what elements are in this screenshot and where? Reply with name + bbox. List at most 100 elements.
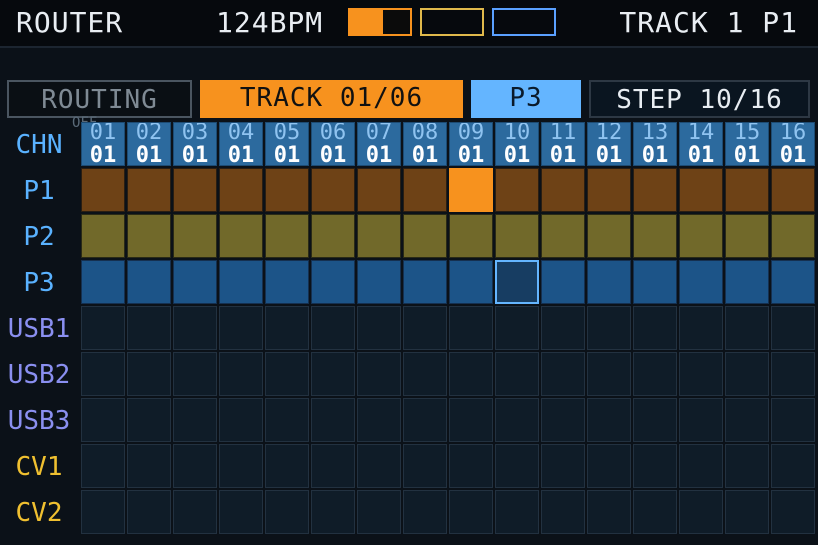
route-cell-usb2-05[interactable] — [265, 352, 309, 396]
route-cell-cv1-16[interactable] — [771, 444, 815, 488]
route-cell-p1-04[interactable] — [219, 168, 263, 212]
route-cell-p2-10[interactable] — [495, 214, 539, 258]
route-cell-p1-10[interactable] — [495, 168, 539, 212]
channel-cell-07[interactable]: 07 01 — [357, 122, 401, 166]
route-cell-usb1-12[interactable] — [587, 306, 631, 350]
route-cell-p3-12[interactable] — [587, 260, 631, 304]
route-cell-usb1-15[interactable] — [725, 306, 769, 350]
route-cell-usb2-03[interactable] — [173, 352, 217, 396]
route-cell-p2-08[interactable] — [403, 214, 447, 258]
route-cell-usb2-07[interactable] — [357, 352, 401, 396]
route-cell-p1-07[interactable] — [357, 168, 401, 212]
route-cell-usb3-01[interactable] — [81, 398, 125, 442]
route-cell-cv1-07[interactable] — [357, 444, 401, 488]
route-cell-p2-14[interactable] — [679, 214, 723, 258]
channel-cell-05[interactable]: 05 01 — [265, 122, 309, 166]
route-cell-p2-09[interactable] — [449, 214, 493, 258]
route-cell-usb3-12[interactable] — [587, 398, 631, 442]
channel-cell-13[interactable]: 13 01 — [633, 122, 677, 166]
channel-cell-14[interactable]: 14 01 — [679, 122, 723, 166]
route-cell-p1-05[interactable] — [265, 168, 309, 212]
route-cell-p2-12[interactable] — [587, 214, 631, 258]
route-cell-cv1-06[interactable] — [311, 444, 355, 488]
route-cell-usb3-16[interactable] — [771, 398, 815, 442]
route-cell-p3-04[interactable] — [219, 260, 263, 304]
route-cell-usb1-10[interactable] — [495, 306, 539, 350]
route-cell-p2-13[interactable] — [633, 214, 677, 258]
route-cell-usb1-07[interactable] — [357, 306, 401, 350]
route-cell-usb1-14[interactable] — [679, 306, 723, 350]
route-cell-usb3-02[interactable] — [127, 398, 171, 442]
route-cell-p3-16[interactable] — [771, 260, 815, 304]
route-cell-usb3-05[interactable] — [265, 398, 309, 442]
route-cell-usb1-11[interactable] — [541, 306, 585, 350]
route-cell-cv2-11[interactable] — [541, 490, 585, 534]
route-cell-p3-03[interactable] — [173, 260, 217, 304]
route-cell-usb1-01[interactable] — [81, 306, 125, 350]
route-cell-cv2-08[interactable] — [403, 490, 447, 534]
route-cell-p1-03[interactable] — [173, 168, 217, 212]
route-cell-p1-15[interactable] — [725, 168, 769, 212]
route-cell-usb1-09[interactable] — [449, 306, 493, 350]
tab-track-selector[interactable]: TRACK 01/06 — [200, 80, 463, 118]
route-cell-usb2-10[interactable] — [495, 352, 539, 396]
route-cell-cv1-14[interactable] — [679, 444, 723, 488]
channel-cell-11[interactable]: 11 01 — [541, 122, 585, 166]
route-cell-usb3-06[interactable] — [311, 398, 355, 442]
route-cell-p3-15[interactable] — [725, 260, 769, 304]
route-cell-usb1-04[interactable] — [219, 306, 263, 350]
route-cell-p2-15[interactable] — [725, 214, 769, 258]
channel-cell-15[interactable]: 15 01 — [725, 122, 769, 166]
route-cell-cv1-10[interactable] — [495, 444, 539, 488]
route-cell-usb3-13[interactable] — [633, 398, 677, 442]
route-cell-cv2-15[interactable] — [725, 490, 769, 534]
route-cell-cv2-05[interactable] — [265, 490, 309, 534]
route-cell-cv1-09[interactable] — [449, 444, 493, 488]
route-cell-p2-11[interactable] — [541, 214, 585, 258]
route-cell-cv2-12[interactable] — [587, 490, 631, 534]
channel-cell-06[interactable]: 06 01 — [311, 122, 355, 166]
channel-cell-10[interactable]: 10 01 — [495, 122, 539, 166]
route-cell-p2-04[interactable] — [219, 214, 263, 258]
route-cell-usb3-03[interactable] — [173, 398, 217, 442]
route-cell-cv1-02[interactable] — [127, 444, 171, 488]
tab-step-selector[interactable]: STEP 10/16 — [589, 80, 810, 118]
route-cell-p1-12[interactable] — [587, 168, 631, 212]
route-cell-usb3-07[interactable] — [357, 398, 401, 442]
route-cell-usb2-01[interactable] — [81, 352, 125, 396]
route-cell-cv2-01[interactable] — [81, 490, 125, 534]
route-cell-p2-06[interactable] — [311, 214, 355, 258]
route-cell-cv1-11[interactable] — [541, 444, 585, 488]
route-cell-usb2-04[interactable] — [219, 352, 263, 396]
route-cell-p2-05[interactable] — [265, 214, 309, 258]
route-cell-p2-01[interactable] — [81, 214, 125, 258]
route-cell-cv2-07[interactable] — [357, 490, 401, 534]
route-cell-p3-11[interactable] — [541, 260, 585, 304]
route-cell-usb3-14[interactable] — [679, 398, 723, 442]
route-cell-p2-07[interactable] — [357, 214, 401, 258]
route-cell-p2-16[interactable] — [771, 214, 815, 258]
route-cell-usb3-09[interactable] — [449, 398, 493, 442]
route-cell-cv1-04[interactable] — [219, 444, 263, 488]
tab-routing[interactable]: ROUTING — [7, 80, 192, 118]
channel-cell-12[interactable]: 12 01 — [587, 122, 631, 166]
route-cell-cv2-09[interactable] — [449, 490, 493, 534]
route-cell-cv1-13[interactable] — [633, 444, 677, 488]
route-cell-p3-02[interactable] — [127, 260, 171, 304]
route-cell-cv2-13[interactable] — [633, 490, 677, 534]
channel-cell-02[interactable]: 02 01 — [127, 122, 171, 166]
route-cell-cv1-08[interactable] — [403, 444, 447, 488]
route-cell-cv1-01[interactable] — [81, 444, 125, 488]
route-cell-p1-14[interactable] — [679, 168, 723, 212]
channel-cell-01[interactable]: 01 01 — [81, 122, 125, 166]
route-cell-usb2-12[interactable] — [587, 352, 631, 396]
route-cell-p3-13[interactable] — [633, 260, 677, 304]
route-cell-usb3-11[interactable] — [541, 398, 585, 442]
route-cell-usb1-03[interactable] — [173, 306, 217, 350]
route-cell-p1-02[interactable] — [127, 168, 171, 212]
route-cell-p1-13[interactable] — [633, 168, 677, 212]
route-cell-usb3-04[interactable] — [219, 398, 263, 442]
route-cell-usb2-13[interactable] — [633, 352, 677, 396]
channel-cell-03[interactable]: 03 01 — [173, 122, 217, 166]
route-cell-usb1-16[interactable] — [771, 306, 815, 350]
